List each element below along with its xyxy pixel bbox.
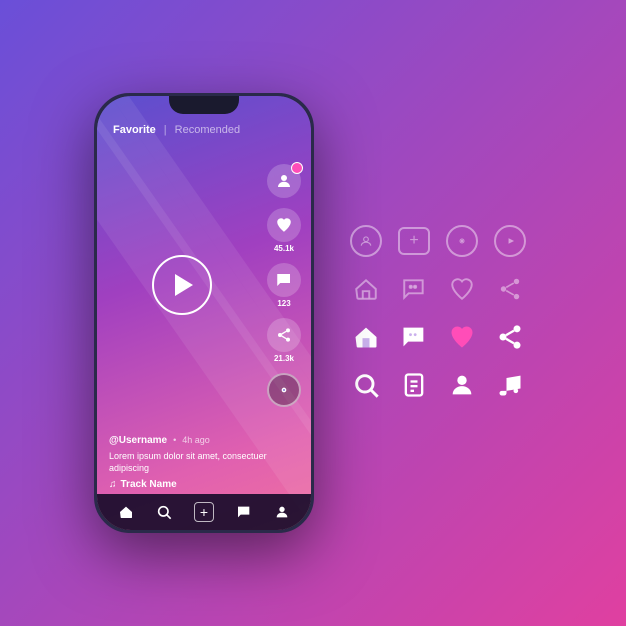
play-button[interactable] (152, 255, 212, 315)
share-count: 21.3k (274, 354, 294, 363)
grid-note-solid (392, 363, 436, 407)
nav-chat[interactable] (236, 504, 252, 520)
dot-separator: • (173, 435, 176, 445)
time-ago-label: 4h ago (182, 435, 210, 445)
video-area[interactable] (97, 144, 267, 427)
tab-recommended[interactable]: Recomended (175, 124, 240, 136)
nav-search[interactable] (156, 504, 172, 520)
side-avatar-icon (267, 164, 301, 198)
grid-chat-outlined (392, 267, 436, 311)
music-circle-outline-icon (446, 225, 478, 257)
grid-heart-outlined (440, 267, 484, 311)
grid-music-note-solid (488, 363, 532, 407)
phone-nav-bar: + (97, 494, 311, 530)
avatar-badge (291, 162, 303, 174)
grid-heart-pink-solid (440, 315, 484, 359)
grid-play-circle-outlined (488, 219, 532, 263)
grid-music-circle-outlined (440, 219, 484, 263)
grid-share-solid (488, 315, 532, 359)
side-comment-item[interactable]: 123 (267, 263, 301, 308)
phone-mockup: Favorite | Recomended (94, 93, 314, 533)
nav-add[interactable]: + (194, 502, 214, 522)
comment-count: 123 (277, 299, 290, 308)
icon-grid: + (344, 219, 532, 407)
grid-avatar-circle-outlined (344, 219, 388, 263)
nav-home[interactable] (118, 504, 134, 520)
header-tabs: Favorite | Recomended (113, 124, 240, 136)
side-avatar-item[interactable] (267, 164, 301, 198)
description-text: Lorem ipsum dolor sit amet, consectuer a… (109, 450, 299, 475)
grid-person-solid (440, 363, 484, 407)
avatar-circle-outline-icon (350, 225, 382, 257)
tab-favorite[interactable]: Favorite (113, 124, 156, 136)
username-label: @Username (109, 435, 167, 446)
side-music-item[interactable] (267, 373, 301, 407)
grid-add-box-outlined: + (392, 219, 436, 263)
grid-chat-solid (392, 315, 436, 359)
main-container: Favorite | Recomended (0, 0, 626, 626)
track-name-label: Track Name (121, 479, 177, 490)
phone-bottom-info: @Username • 4h ago Lorem ipsum dolor sit… (97, 427, 311, 494)
side-share-item[interactable]: 21.3k (267, 318, 301, 363)
play-circle-outline-icon (494, 225, 526, 257)
play-icon (175, 274, 193, 296)
add-box-outline-icon: + (398, 227, 430, 255)
tab-divider: | (164, 124, 167, 136)
user-info-row: @Username • 4h ago (109, 435, 299, 446)
phone-notch (169, 96, 239, 114)
side-heart-item[interactable]: 45.1k (267, 208, 301, 253)
nav-profile[interactable] (274, 504, 290, 520)
grid-search-solid (344, 363, 388, 407)
music-note-icon: ♫ (109, 479, 117, 490)
side-music-icon (267, 373, 301, 407)
track-row: ♫ Track Name (109, 479, 299, 490)
phone-screen: Favorite | Recomended (97, 96, 311, 530)
side-share-icon (267, 318, 301, 352)
phone-content: 45.1k 123 (97, 144, 311, 427)
heart-count: 45.1k (274, 244, 294, 253)
grid-share-outlined (488, 267, 532, 311)
side-heart-icon (267, 208, 301, 242)
side-icons: 45.1k 123 (267, 144, 311, 427)
grid-home-outlined (344, 267, 388, 311)
grid-home-solid (344, 315, 388, 359)
side-comment-icon (267, 263, 301, 297)
